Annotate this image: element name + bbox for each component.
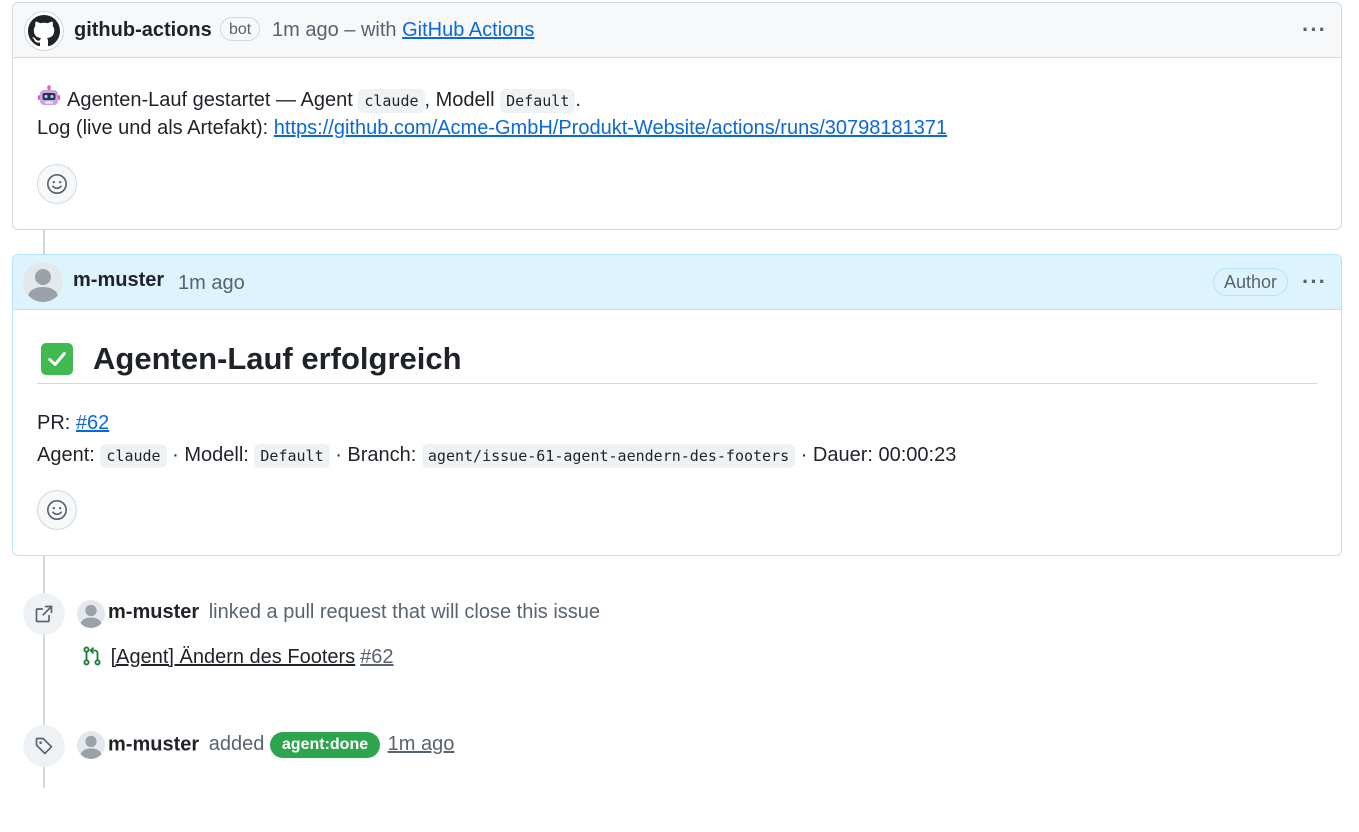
bot-comment-header: github-actions bot 1m ago – with GitHub … <box>13 3 1341 58</box>
pull-request-icon <box>83 646 101 666</box>
line1-end: . <box>575 89 581 111</box>
bot-comment-line1: Agenten-Lauf gestartet — Agent claude, M… <box>37 85 581 115</box>
default-avatar-icon <box>27 269 59 302</box>
default-avatar-icon <box>79 604 103 628</box>
model-code: Default <box>500 89 576 113</box>
branch-code: agent/issue-61-agent-aendern-des-footers <box>421 444 796 468</box>
event-user-name[interactable]: m-muster <box>108 733 199 755</box>
add-reaction-button[interactable] <box>37 164 77 204</box>
log-line: Log (live und als Artefakt): https://git… <box>37 117 947 140</box>
pr-link[interactable]: #62 <box>76 412 109 434</box>
event-user-avatar[interactable] <box>77 600 105 628</box>
log-prefix: Log (live und als Artefakt): <box>37 117 269 139</box>
pr-number-link[interactable]: #62 <box>360 646 393 668</box>
smiley-icon <box>47 174 67 194</box>
link-external-icon <box>23 593 65 635</box>
tag-icon <box>23 725 65 767</box>
bot-comment-meta: 1m ago – with GitHub Actions <box>272 19 534 42</box>
user-avatar[interactable] <box>23 262 63 302</box>
run-started-text: Agenten-Lauf gestartet — Agent <box>67 89 353 111</box>
comment-author-name[interactable]: m-muster <box>73 269 164 292</box>
robot-icon <box>37 85 61 115</box>
log-url-link[interactable]: https://github.com/Acme-GmbH/Produkt-Web… <box>274 117 947 139</box>
bot-badge: bot <box>220 17 261 41</box>
model-prefix: , Modell <box>424 89 495 111</box>
event-action-text: linked a pull request that will close th… <box>208 601 601 623</box>
event-time-link[interactable]: 1m ago <box>388 733 455 755</box>
linked-pr-item[interactable]: [Agent] Ändern des Footers #62 <box>81 645 394 669</box>
agent-label: Agent: <box>37 444 95 466</box>
author-comment-header: m-muster 1m ago Author ··· <box>13 255 1341 310</box>
smiley-icon <box>47 500 67 520</box>
bot-comment-options-button[interactable]: ··· <box>1302 17 1327 43</box>
default-avatar-icon <box>79 735 103 759</box>
pr-label: PR: <box>37 412 71 434</box>
agent-code: claude <box>100 444 167 468</box>
event-user-name[interactable]: m-muster <box>108 601 199 623</box>
event-user-avatar[interactable] <box>77 731 105 759</box>
success-heading: Agenten-Lauf erfolgreich <box>37 335 1317 384</box>
event-action-text: added <box>208 733 265 756</box>
check-mark-icon <box>41 343 73 375</box>
author-comment: m-muster 1m ago Author ··· Agenten-Lauf … <box>12 254 1342 556</box>
pr-title-link[interactable]: [Agent] Ändern des Footers <box>111 646 356 668</box>
github-actions-link[interactable]: GitHub Actions <box>402 19 534 41</box>
model-code: Default <box>254 444 330 468</box>
pr-line: PR: #62 <box>37 412 109 435</box>
bot-comment-time[interactable]: 1m ago <box>272 19 339 41</box>
label-added-event: m-muster added agent:done 1m ago <box>108 732 454 758</box>
via-prefix: – with <box>344 19 397 41</box>
github-avatar-icon[interactable] <box>24 11 64 51</box>
add-reaction-button[interactable] <box>37 490 77 530</box>
branch-label: · Branch: <box>335 444 417 466</box>
model-label: · Modell: <box>172 444 249 466</box>
author-badge: Author <box>1212 268 1288 296</box>
agent-code: claude <box>358 89 425 113</box>
author-comment-options-button[interactable]: ··· <box>1302 269 1327 295</box>
heading-text: Agenten-Lauf erfolgreich <box>93 341 462 376</box>
bot-comment: github-actions bot 1m ago – with GitHub … <box>12 2 1342 230</box>
bot-author-name[interactable]: github-actions <box>74 19 212 42</box>
duration-text: · Dauer: 00:00:23 <box>800 444 957 466</box>
details-line: Agent: claude · Modell: Default · Branch… <box>37 444 957 468</box>
linked-pr-event: m-muster linked a pull request that will… <box>108 601 600 624</box>
agent-done-label[interactable]: agent:done <box>269 732 381 758</box>
author-comment-time[interactable]: 1m ago <box>178 272 245 295</box>
